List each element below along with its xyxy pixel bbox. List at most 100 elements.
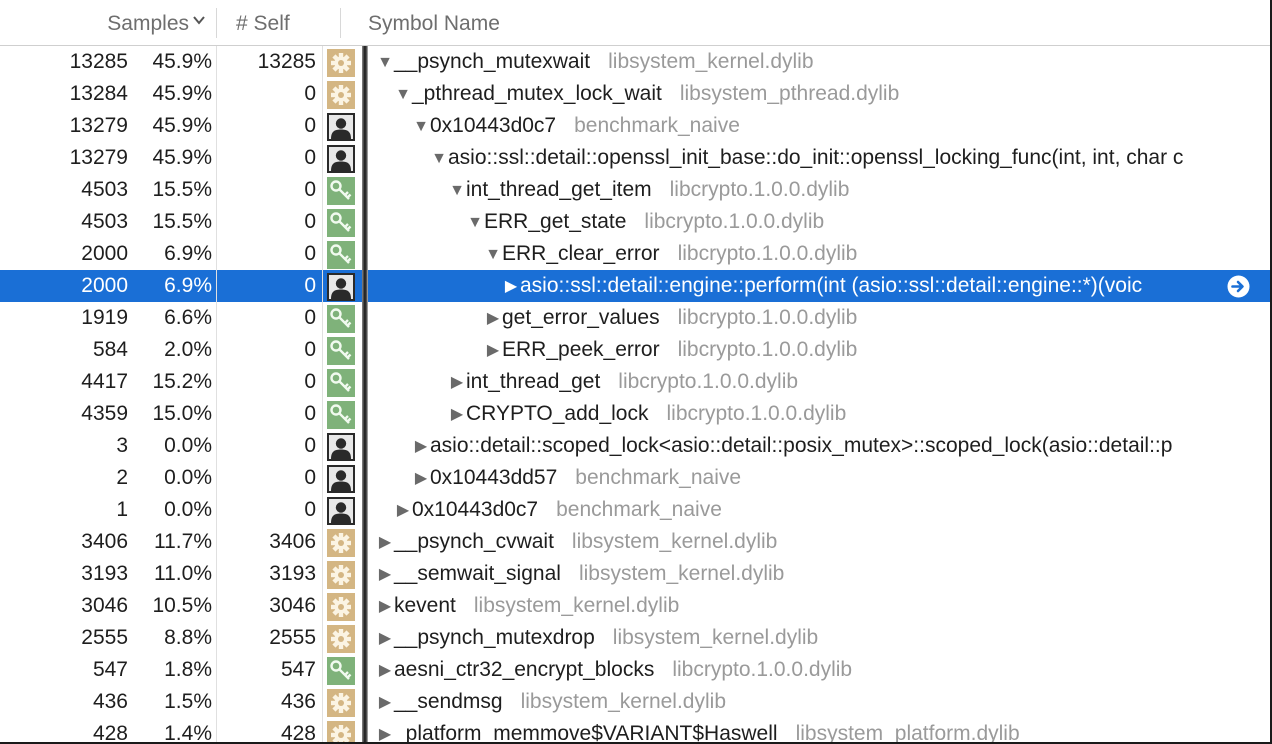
person-icon	[327, 433, 355, 461]
table-row[interactable]: 13279 45.9% 0 ▼asio::ssl::detail::openssl_i…	[0, 142, 1270, 174]
disclosure-triangle-collapsed-icon[interactable]: ▶	[484, 335, 502, 366]
symbol-cell[interactable]: ▼_pthread_mutex_lock_wait libsystem_pthre…	[376, 78, 1270, 110]
disclosure-triangle-collapsed-icon[interactable]: ▶	[394, 495, 412, 526]
self-value: 13285	[257, 50, 316, 73]
table-row[interactable]: 13279 45.9% 0 ▼0x10443d0c7 benchmark_naive	[0, 110, 1270, 142]
table-row[interactable]: 3 0.0% 0 ▶ asio::detail::scoped_lock<asio::d…	[0, 430, 1270, 462]
samples-value: 584	[92, 338, 128, 361]
symbol-cell[interactable]: ▶ 0x10443dd57 benchmark_naive	[376, 462, 1270, 494]
disclosure-triangle-collapsed-icon[interactable]: ▶	[376, 687, 394, 718]
percent-value: 11.7%	[154, 530, 212, 553]
disclosure-triangle-collapsed-icon[interactable]: ▶	[376, 623, 394, 654]
table-row[interactable]: 13284 45.9% 0 ▼_pthread_mutex_lock_wait libs…	[0, 78, 1270, 110]
symbol-cell[interactable]: ▶ CRYPTO_add_lock libcrypto.1.0.0.dylib	[376, 398, 1270, 430]
symbol-cell[interactable]: ▶ _platform_memmove$VARIANT$Haswell libsys…	[376, 718, 1262, 742]
disclosure-triangle-collapsed-icon[interactable]: ▶	[412, 463, 430, 494]
disclosure-triangle-collapsed-icon[interactable]: ▶	[376, 559, 394, 590]
percent-value: 1.5%	[164, 690, 212, 713]
percent-value: 45.9%	[152, 50, 212, 73]
disclosure-triangle-collapsed-icon[interactable]: ▶	[376, 655, 394, 686]
samples-value: 4503	[81, 178, 128, 201]
table-row[interactable]: 1 0.0% 0 ▶ 0x10443d0c7 benchmark_naive	[0, 494, 1270, 526]
symbol-cell[interactable]: ▶ __sendmsg libsystem_kernel.dylib	[376, 686, 1262, 718]
disclosure-triangle-expanded-icon[interactable]: ▼	[448, 175, 466, 206]
symbol-cell[interactable]: ▶ __psynch_cvwait libsystem_kernel.dylib	[376, 526, 1262, 558]
disclosure-triangle-expanded-icon[interactable]: ▼	[376, 47, 394, 78]
symbol-cell[interactable]: ▶ get_error_values libcrypto.1.0.0.dylib	[376, 302, 1270, 334]
symbol-cell[interactable]: ▶ int_thread_get libcrypto.1.0.0.dylib	[376, 366, 1270, 398]
header-separator[interactable]	[216, 8, 217, 38]
pane-splitter[interactable]	[362, 46, 368, 742]
table-row[interactable]: 547 1.8% 547 ▶ aesni_ctr32_encrypt_blocks lib…	[0, 654, 1270, 686]
table-row[interactable]: 4359 15.0% 0 ▶ CRYPTO_add_lock libcrypto.1.0.…	[0, 398, 1270, 430]
self-value: 2555	[269, 626, 316, 649]
disclosure-triangle-collapsed-icon[interactable]: ▶	[502, 271, 520, 302]
table-row[interactable]: 1919 6.6% 0 ▶ get_error_values libcrypto.1.0.…	[0, 302, 1270, 334]
table-row[interactable]: 3406 11.7% 3406 ▶ __psynch_cvwait libsystem_k…	[0, 526, 1270, 558]
symbol-name: __psynch_cvwait	[394, 530, 554, 553]
symbol-cell[interactable]: ▼ERR_get_state libcrypto.1.0.0.dylib	[376, 206, 1270, 238]
table-row[interactable]: 584 2.0% 0 ▶ ERR_peek_error libcrypto.1.0.0.d…	[0, 334, 1270, 366]
disclosure-triangle-collapsed-icon[interactable]: ▶	[412, 431, 430, 462]
symbol-cell[interactable]: ▶ kevent libsystem_kernel.dylib	[376, 590, 1262, 622]
symbol-column-header[interactable]: Symbol Name	[368, 0, 500, 46]
disclosure-triangle-expanded-icon[interactable]: ▼	[484, 239, 502, 270]
disclosure-triangle-expanded-icon[interactable]: ▼	[412, 111, 430, 142]
table-row[interactable]: 2555 8.8% 2555 ▶ __psynch_mutexdrop libsystem…	[0, 622, 1270, 654]
header-separator[interactable]	[340, 8, 341, 38]
column-divider	[322, 46, 323, 742]
gear-icon	[327, 561, 355, 589]
symbol-cell[interactable]: ▶ __semwait_signal libsystem_kernel.dylib	[376, 558, 1262, 590]
disclosure-triangle-collapsed-icon[interactable]: ▶	[376, 591, 394, 622]
disclosure-triangle-collapsed-icon[interactable]: ▶	[448, 399, 466, 430]
library-name: benchmark_naive	[574, 114, 740, 137]
disclosure-triangle-collapsed-icon[interactable]: ▶	[376, 719, 394, 742]
symbol-cell[interactable]: ▼__psynch_mutexwait libsystem_kernel.dyli…	[376, 46, 1262, 78]
table-row[interactable]: 13285 45.9% 13285 ▼__psynch_mutexwait libsys…	[0, 46, 1270, 78]
library-name: libcrypto.1.0.0.dylib	[677, 306, 858, 329]
table-row[interactable]: 3193 11.0% 3193 ▶ __semwait_signal libsystem_…	[0, 558, 1270, 590]
samples-value: 3	[116, 434, 128, 457]
key-icon	[327, 657, 355, 685]
disclosure-triangle-collapsed-icon[interactable]: ▶	[376, 527, 394, 558]
key-icon	[327, 369, 355, 397]
symbol-cell[interactable]: ▼int_thread_get_item libcrypto.1.0.0.dyli…	[376, 174, 1270, 206]
table-row[interactable]: 428 1.4% 428 ▶ _platform_memmove$VARIANT$Has…	[0, 718, 1270, 742]
table-row[interactable]: 4503 15.5% 0 ▼int_thread_get_item libcrypto.…	[0, 174, 1270, 206]
symbol-cell[interactable]: ▶ ERR_peek_error libcrypto.1.0.0.dylib	[376, 334, 1270, 366]
samples-value: 2	[116, 466, 128, 489]
symbol-cell[interactable]: ▶ asio::ssl::detail::engine::perform(int …	[376, 270, 1270, 302]
disclosure-triangle-expanded-icon[interactable]: ▼	[430, 143, 448, 174]
table-row[interactable]: 4417 15.2% 0 ▶ int_thread_get libcrypto.1.0.0…	[0, 366, 1270, 398]
symbol-name: ERR_peek_error	[502, 338, 660, 361]
samples-value: 436	[92, 690, 128, 713]
table-row[interactable]: 2 0.0% 0 ▶ 0x10443dd57 benchmark_naive	[0, 462, 1270, 494]
table-row[interactable]: 2000 6.9% 0 ▼ERR_clear_error libcrypto.1.0.0…	[0, 238, 1270, 270]
samples-column-header[interactable]: Samples	[0, 0, 210, 46]
self-value: 0	[304, 306, 316, 329]
table-row[interactable]: 436 1.5% 436 ▶ __sendmsg libsystem_kernel.dyl…	[0, 686, 1270, 718]
symbol-cell[interactable]: ▼0x10443d0c7 benchmark_naive	[376, 110, 1270, 142]
symbol-name: asio::detail::scoped_lock<asio::detail::…	[430, 434, 1173, 457]
samples-value: 2000	[81, 242, 128, 265]
symbol-cell[interactable]: ▶ asio::detail::scoped_lock<asio::detail:…	[376, 430, 1270, 462]
table-row[interactable]: 3046 10.5% 3046 ▶ kevent libsystem_kernel.dyl…	[0, 590, 1270, 622]
table-row[interactable]: 4503 15.5% 0 ▼ERR_get_state libcrypto.1.0.0.…	[0, 206, 1270, 238]
self-column-header[interactable]: # Self	[236, 0, 290, 46]
table-row[interactable]: 2000 6.9% 0 ▶ asio::ssl::detail::engine::per…	[0, 270, 1270, 302]
percent-value: 15.5%	[152, 210, 212, 233]
samples-value: 3046	[81, 594, 128, 617]
call-tree-outline[interactable]: 13285 45.9% 13285 ▼__psynch_mutexwait libsys…	[0, 46, 1270, 742]
symbol-cell[interactable]: ▼asio::ssl::detail::openssl_init_base::d…	[376, 142, 1270, 174]
symbol-cell[interactable]: ▼ERR_clear_error libcrypto.1.0.0.dylib	[376, 238, 1270, 270]
symbol-cell[interactable]: ▶ __psynch_mutexdrop libsystem_kernel.dyli…	[376, 622, 1262, 654]
symbol-cell[interactable]: ▶ 0x10443d0c7 benchmark_naive	[376, 494, 1270, 526]
disclosure-triangle-expanded-icon[interactable]: ▼	[394, 79, 412, 110]
disclosure-triangle-collapsed-icon[interactable]: ▶	[448, 367, 466, 398]
go-to-source-arrow-icon[interactable]	[1227, 275, 1250, 298]
symbol-cell[interactable]: ▶ aesni_ctr32_encrypt_blocks libcrypto.1.0…	[376, 654, 1262, 686]
gear-icon	[327, 593, 355, 621]
disclosure-triangle-collapsed-icon[interactable]: ▶	[484, 303, 502, 334]
disclosure-triangle-expanded-icon[interactable]: ▼	[466, 207, 484, 238]
percent-value: 6.6%	[164, 306, 212, 329]
